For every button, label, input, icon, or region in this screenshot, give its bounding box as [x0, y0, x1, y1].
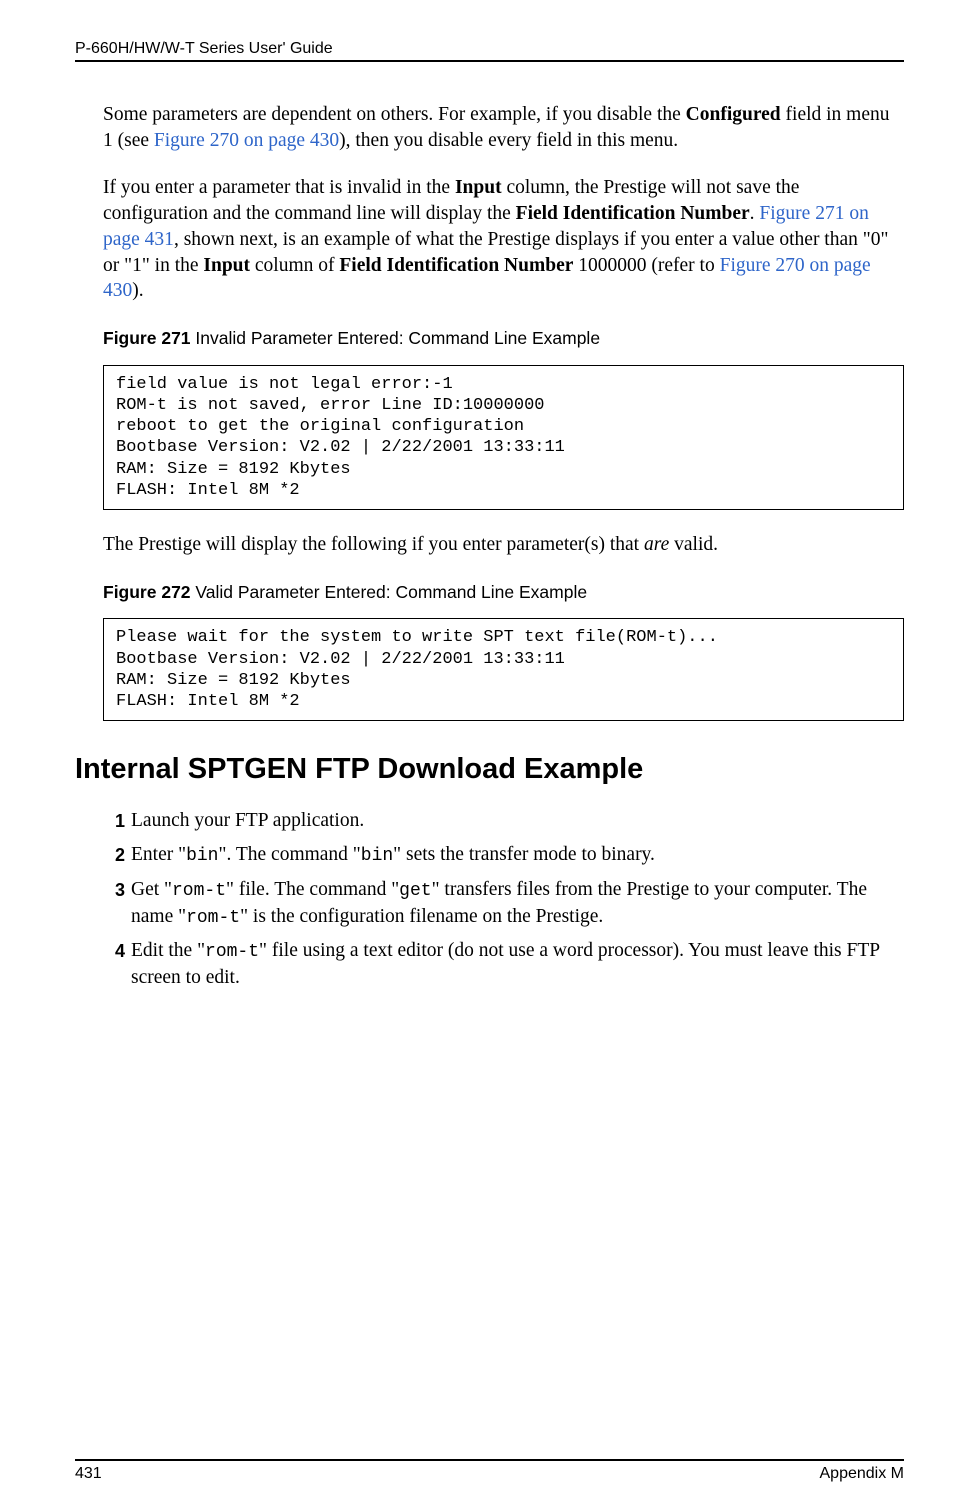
- code-content: Please wait for the system to write SPT …: [116, 628, 718, 711]
- figure-label: Figure 271: [103, 328, 191, 348]
- code-content: field value is not legal error:-1 ROM-t …: [116, 375, 565, 500]
- list-number: 4: [103, 938, 125, 964]
- text-bold: Field Identification Number: [339, 255, 573, 276]
- text: Launch your FTP application.: [131, 810, 364, 831]
- text: Edit the ": [131, 940, 205, 961]
- figure-271-caption: Figure 271 Invalid Parameter Entered: Co…: [103, 326, 904, 351]
- text-mono: rom-t: [172, 881, 226, 901]
- text: " sets the transfer mode to binary.: [393, 844, 655, 865]
- text-mono: rom-t: [205, 942, 259, 962]
- text: 1000000 (refer to: [573, 255, 719, 276]
- text-bold: Input: [455, 177, 502, 198]
- text-bold: Field Identification Number: [516, 203, 750, 224]
- text: ". The command ": [218, 844, 360, 865]
- section-heading: Internal SPTGEN FTP Download Example: [75, 753, 904, 786]
- figure-title: Invalid Parameter Entered: Command Line …: [191, 328, 601, 348]
- list-item: 2 Enter "bin". The command "bin" sets th…: [103, 842, 904, 869]
- link-figure-270[interactable]: Figure 270 on page 430: [154, 130, 339, 151]
- text-mono: bin: [186, 846, 218, 866]
- list-number: 2: [103, 842, 125, 868]
- list-number: 1: [103, 808, 125, 834]
- text: ), then you disable every field in this …: [339, 130, 678, 151]
- list-number: 3: [103, 877, 125, 903]
- text-mono: rom-t: [186, 908, 240, 928]
- text: The Prestige will display the following …: [103, 534, 644, 555]
- code-box-valid: Please wait for the system to write SPT …: [103, 618, 904, 721]
- list-item: 1 Launch your FTP application.: [103, 808, 904, 834]
- text: " is the configuration filename on the P…: [240, 906, 603, 927]
- figure-title: Valid Parameter Entered: Command Line Ex…: [191, 582, 588, 602]
- header-title: P-660H/HW/W-T Series User' Guide: [75, 40, 333, 57]
- paragraph-3: The Prestige will display the following …: [103, 532, 904, 558]
- appendix-label: Appendix M: [820, 1465, 905, 1483]
- text-italic: are: [644, 534, 669, 555]
- text-mono: get: [399, 881, 431, 901]
- text: If you enter a parameter that is invalid…: [103, 177, 455, 198]
- page-footer: 431 Appendix M: [75, 1459, 904, 1483]
- list-content: Launch your FTP application.: [131, 808, 904, 834]
- list-content: Enter "bin". The command "bin" sets the …: [131, 842, 904, 869]
- list-item: 4 Edit the "rom-t" file using a text edi…: [103, 938, 904, 990]
- page: P-660H/HW/W-T Series User' Guide Some pa…: [0, 0, 979, 1503]
- figure-label: Figure 272: [103, 582, 191, 602]
- text: valid.: [669, 534, 718, 555]
- page-header: P-660H/HW/W-T Series User' Guide: [75, 40, 904, 62]
- text: column of: [250, 255, 339, 276]
- page-number: 431: [75, 1465, 102, 1483]
- text-bold: Input: [203, 255, 250, 276]
- text: .: [750, 203, 760, 224]
- text-bold: Configured: [686, 104, 781, 125]
- text: ).: [132, 280, 143, 301]
- list-item: 3 Get "rom-t" file. The command "get" tr…: [103, 877, 904, 931]
- text: Get ": [131, 879, 172, 900]
- ordered-list: 1 Launch your FTP application. 2 Enter "…: [103, 808, 904, 990]
- paragraph-1: Some parameters are dependent on others.…: [103, 102, 904, 153]
- text: Some parameters are dependent on others.…: [103, 104, 686, 125]
- text: " file. The command ": [226, 879, 399, 900]
- paragraph-2: If you enter a parameter that is invalid…: [103, 175, 904, 304]
- code-box-invalid: field value is not legal error:-1 ROM-t …: [103, 365, 904, 511]
- figure-272-caption: Figure 272 Valid Parameter Entered: Comm…: [103, 580, 904, 605]
- text: Enter ": [131, 844, 186, 865]
- text-mono: bin: [361, 846, 393, 866]
- list-content: Edit the "rom-t" file using a text edito…: [131, 938, 904, 990]
- list-content: Get "rom-t" file. The command "get" tran…: [131, 877, 904, 931]
